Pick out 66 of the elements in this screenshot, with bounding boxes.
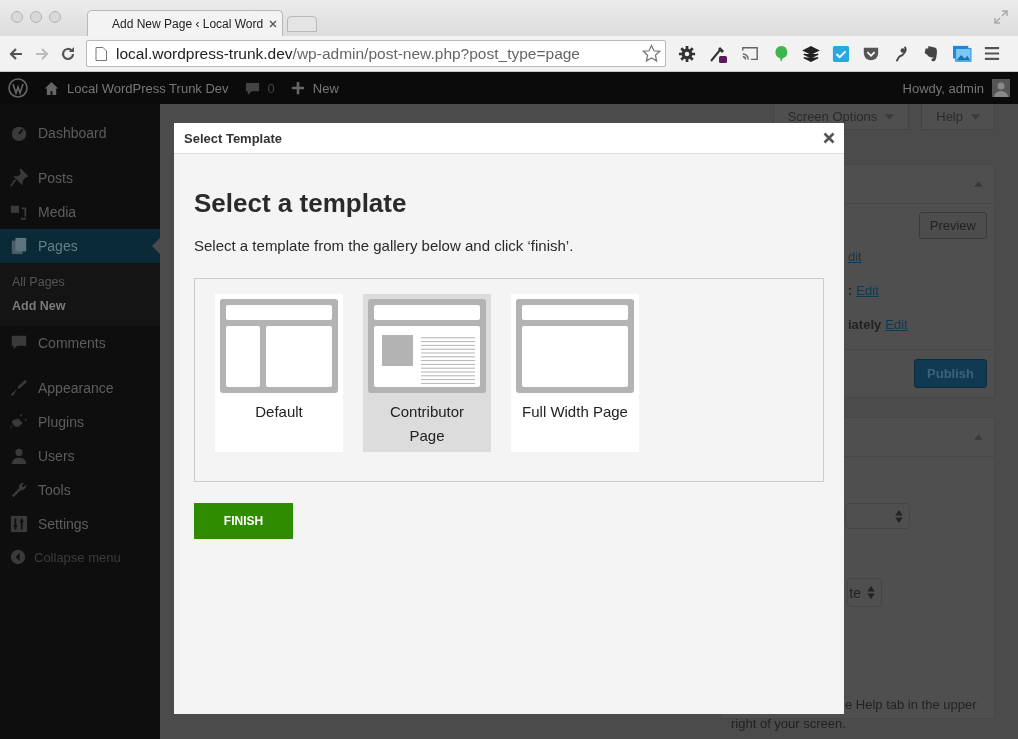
account-link[interactable]: Howdy, admin xyxy=(902,80,984,96)
browser-tab[interactable]: Add New Page ‹ Local Word xyxy=(87,10,283,36)
elephant-icon[interactable] xyxy=(922,44,940,63)
new-link[interactable]: New xyxy=(290,80,339,96)
dialog-description: Select a template from the gallery below and click ‘finish’. xyxy=(194,237,575,254)
close-icon[interactable] xyxy=(823,132,835,144)
finish-button[interactable]: FINISH xyxy=(194,503,293,539)
pin-icon xyxy=(10,169,28,187)
menu-item[interactable]: Appearance xyxy=(0,371,160,405)
submenu-item[interactable]: Add New xyxy=(0,294,160,318)
close-tab-icon[interactable] xyxy=(269,19,278,28)
picture-frame-icon[interactable] xyxy=(952,44,972,63)
star-icon[interactable] xyxy=(642,44,661,63)
menu-label: Appearance xyxy=(38,380,114,396)
menu-item[interactable]: Pages xyxy=(0,229,160,263)
menu-item[interactable]: Posts xyxy=(0,161,160,195)
checkbox-icon[interactable] xyxy=(832,44,850,63)
dialog-heading: Select a template xyxy=(194,188,408,219)
brush-icon xyxy=(10,379,28,397)
gauge-icon xyxy=(10,124,28,142)
menu-item[interactable]: Plugins xyxy=(0,405,160,439)
home-icon xyxy=(44,80,59,96)
edit-link[interactable]: dit xyxy=(848,248,862,264)
document-icon xyxy=(95,46,107,61)
menu-item[interactable]: Tools xyxy=(0,473,160,507)
cast-icon[interactable] xyxy=(740,44,760,63)
wrench-icon xyxy=(10,481,28,499)
menu-label: Dashboard xyxy=(38,125,107,141)
dialog-title: Select Template xyxy=(184,130,283,146)
new-label: New xyxy=(312,80,339,96)
collapse-icon xyxy=(10,549,26,565)
menu-label: Settings xyxy=(38,516,89,532)
comments-link[interactable]: 0 xyxy=(244,80,275,96)
template-option[interactable]: Contributor Page xyxy=(363,294,491,452)
updown-arrows-icon xyxy=(895,509,903,523)
menu-item[interactable]: Settings xyxy=(0,507,160,541)
wordpress-logo[interactable] xyxy=(8,78,28,98)
menu-item[interactable]: Media xyxy=(0,195,160,229)
user-icon xyxy=(10,447,28,465)
back-icon[interactable] xyxy=(8,45,24,62)
pages-icon xyxy=(10,237,28,255)
sliders-icon xyxy=(10,515,28,533)
menu-item[interactable]: Comments xyxy=(0,326,160,360)
gear-icon[interactable] xyxy=(678,44,696,63)
menu-item[interactable]: Dashboard xyxy=(0,116,160,150)
template-option[interactable]: Full Width Page xyxy=(511,294,639,452)
comment-count: 0 xyxy=(267,80,275,96)
menu-icon[interactable] xyxy=(984,46,1000,61)
plus-icon xyxy=(290,81,305,95)
menu-label: Media xyxy=(38,204,77,220)
status-label: : xyxy=(848,282,853,298)
menu-label: Tools xyxy=(38,482,71,498)
comment-icon xyxy=(244,80,260,96)
layers-icon[interactable] xyxy=(802,44,820,63)
menu-label: Pages xyxy=(38,238,78,254)
plug-icon xyxy=(10,413,28,431)
reload-icon[interactable] xyxy=(60,45,76,62)
menu-label: Posts xyxy=(38,170,73,186)
menu-item[interactable]: Users xyxy=(0,439,160,473)
address-field[interactable]: local.wordpress-trunk.dev/wp-admin/post-new.php?post_type=page xyxy=(86,40,666,67)
menu-label: Plugins xyxy=(38,414,84,430)
menu-label: Comments xyxy=(38,335,106,351)
template-option[interactable]: Default xyxy=(215,294,343,452)
updown-arrows-icon xyxy=(867,586,875,599)
menu-label: Users xyxy=(38,448,75,464)
submenu-item[interactable]: All Pages xyxy=(0,270,160,294)
